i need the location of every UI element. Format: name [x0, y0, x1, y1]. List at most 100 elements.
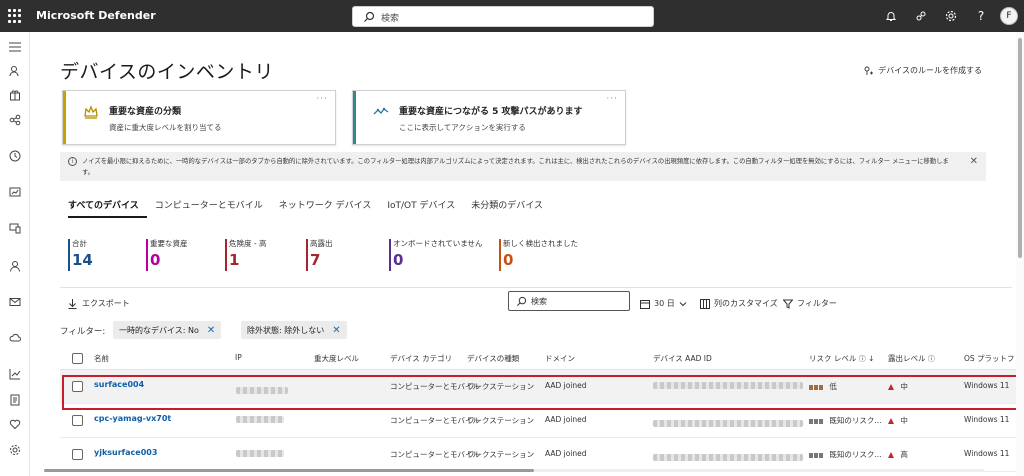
app-title[interactable]: Microsoft Defender [36, 9, 156, 22]
chart-icon[interactable] [7, 184, 23, 200]
close-icon[interactable]: ✕ [970, 156, 978, 167]
remove-filter-icon[interactable]: ✕ [332, 325, 340, 336]
stat-not-onboarded[interactable]: オンボードされていません 0 [389, 238, 483, 272]
settings-icon[interactable] [7, 442, 23, 458]
devices-icon[interactable] [7, 220, 23, 236]
person-icon[interactable] [7, 258, 23, 274]
device-name-link[interactable]: yjksurface003 [94, 448, 157, 457]
stat-bar [68, 239, 70, 271]
col-risk-level[interactable]: リスク レベル ⓘ ↓ [809, 353, 874, 364]
create-device-rule-button[interactable]: デバイスのルールを作成する [864, 65, 982, 76]
col-os-platform[interactable]: OS プラットフォーム [964, 353, 1020, 364]
gear-icon[interactable] [936, 6, 966, 26]
global-search-placeholder: 検索 [381, 14, 400, 24]
stat-high-risk[interactable]: 危険度 - 高 1 [225, 238, 266, 272]
stat-critical-assets[interactable]: 重要な資産 0 [146, 238, 188, 272]
tab-computers-mobile[interactable]: コンピューターとモバイル [155, 198, 271, 218]
stat-label: 危険度 - 高 [229, 239, 267, 248]
stat-bar [146, 239, 148, 271]
stat-bar [225, 239, 227, 271]
exposure-level-text: 中 [900, 382, 908, 391]
warning-triangle-icon [888, 452, 894, 458]
filter-chip-exclusion[interactable]: 除外状態: 除外しない ✕ [241, 321, 347, 339]
date-range-dropdown[interactable]: 30 日 [640, 298, 687, 309]
scroll-thumb[interactable] [44, 469, 534, 472]
tab-network-devices[interactable]: ネットワーク デバイス [279, 198, 380, 218]
device-name-link[interactable]: cpc-yamag-vx70t [94, 414, 171, 423]
tab-uncategorized-devices[interactable]: 未分類のデバイス [471, 198, 551, 218]
domain: AAD joined [545, 415, 587, 424]
tab-iot-ot-devices[interactable]: IoT/OT デバイス [387, 198, 463, 218]
risk-level-text: 既知のリスク... [829, 416, 882, 425]
columns-icon [700, 298, 710, 309]
filters-label: フィルター: [60, 327, 106, 337]
col-device-category[interactable]: デバイス カテゴリ [390, 353, 452, 364]
redacted-ip [236, 450, 284, 457]
stat-newly-discovered[interactable]: 新しく検出されました 0 [499, 238, 578, 272]
redacted-ip [236, 416, 284, 423]
info-icon: i [68, 157, 77, 166]
warning-triangle-icon [888, 384, 894, 390]
stat-value: 14 [72, 251, 93, 269]
help-icon[interactable]: ? [966, 6, 996, 26]
redacted-aad-id [653, 382, 803, 389]
more-icon[interactable]: ··· [606, 94, 618, 104]
col-domain[interactable]: ドメイン [545, 353, 575, 364]
heart-icon[interactable] [7, 416, 23, 432]
device-name-link[interactable]: surface004 [94, 380, 144, 389]
stat-label: 重要な資産 [150, 239, 188, 248]
cloud-icon[interactable] [7, 330, 23, 346]
vertical-scrollbar[interactable] [1016, 32, 1024, 476]
table-search-input[interactable]: 検索 [508, 291, 630, 311]
row-checkbox[interactable] [72, 381, 83, 392]
critical-asset-card[interactable]: 重要な資産の分類 資産に重大度レベルを割り当てる ··· [62, 90, 336, 145]
share-icon[interactable] [906, 6, 936, 26]
filter-button[interactable]: フィルター [783, 298, 837, 309]
risk-bars-icon [809, 418, 823, 424]
avatar[interactable]: F [1000, 7, 1018, 25]
report-icon[interactable] [7, 392, 23, 408]
row-checkbox[interactable] [72, 415, 83, 426]
scroll-thumb[interactable] [1018, 38, 1022, 258]
bell-icon[interactable] [876, 6, 906, 26]
info-icon: ⓘ [927, 355, 935, 363]
select-all-checkbox[interactable] [72, 353, 83, 364]
col-name[interactable]: 名前 [94, 353, 109, 364]
filter-label: フィルター [797, 299, 837, 308]
global-search-input[interactable]: 検索 [352, 6, 654, 27]
gift-icon[interactable] [7, 87, 23, 103]
col-exposure-level[interactable]: 露出レベル ⓘ [888, 353, 935, 364]
col-ip[interactable]: IP [235, 353, 242, 362]
clock-icon[interactable] [7, 148, 23, 164]
hamburger-icon[interactable] [7, 39, 23, 55]
stat-total[interactable]: 合計 14 [68, 238, 93, 272]
col-aad-id[interactable]: デバイス AAD ID [653, 353, 712, 364]
exposure-level: 高 [888, 449, 908, 460]
attack-path-card[interactable]: 重要な資産につながる 5 攻撃パスがあります ここに表示してアクションを実行する… [352, 90, 626, 145]
card-subtitle: ここに表示してアクションを実行する [399, 123, 526, 132]
horizontal-scrollbar[interactable] [34, 466, 994, 474]
mail-icon[interactable] [7, 294, 23, 310]
filter-chip-transient[interactable]: 一時的なデバイス: No ✕ [113, 321, 222, 339]
remove-filter-icon[interactable]: ✕ [207, 325, 215, 336]
users-icon[interactable] [7, 63, 23, 79]
stat-high-exposure[interactable]: 高露出 7 [306, 238, 333, 272]
customize-columns-button[interactable]: 列のカスタマイズ [700, 298, 778, 309]
col-device-type[interactable]: デバイスの種類 [467, 353, 519, 364]
export-button[interactable]: エクスポート [68, 298, 130, 309]
exposure-level-text: 高 [900, 450, 908, 459]
line-chart-icon[interactable] [7, 366, 23, 382]
more-icon[interactable]: ··· [316, 94, 328, 104]
top-actions: ? F [876, 6, 1018, 26]
exposure-level-text: 中 [900, 416, 908, 425]
table-row[interactable]: surface004 コンピューターとモバイル ワークステーション AAD jo… [60, 370, 1020, 404]
share-nodes-icon[interactable] [7, 112, 23, 128]
risk-level: 既知のリスク... [809, 449, 882, 460]
app-launcher-icon[interactable] [8, 9, 22, 23]
table-row[interactable]: cpc-yamag-vx70t コンピューターとモバイル ワークステーション A… [60, 404, 1020, 438]
row-checkbox[interactable] [72, 449, 83, 460]
tab-all-devices[interactable]: すべてのデバイス [68, 198, 147, 218]
col-criticality[interactable]: 重大度レベル [314, 353, 359, 364]
stat-label: 高露出 [310, 239, 333, 248]
sort-down-icon: ↓ [868, 354, 875, 363]
